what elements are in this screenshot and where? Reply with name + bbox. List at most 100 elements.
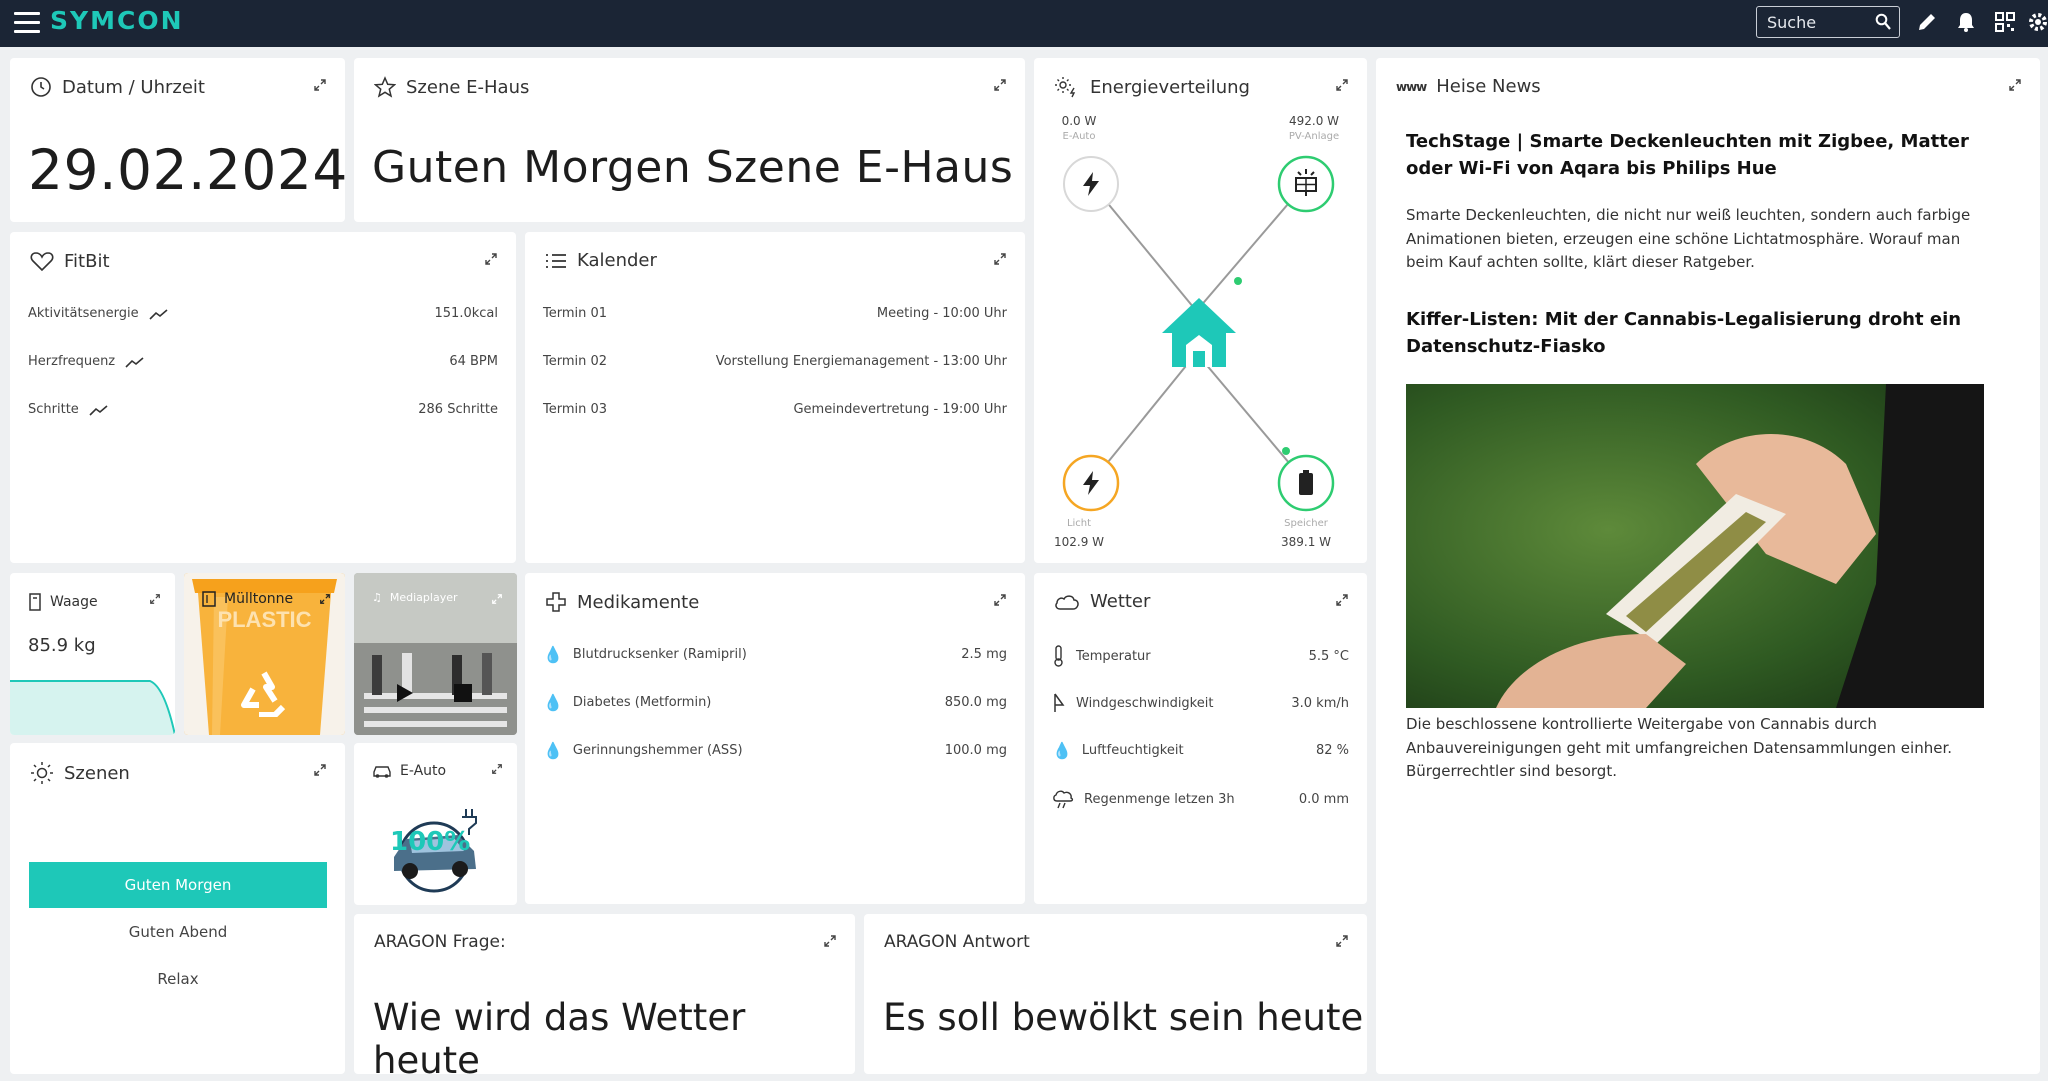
news-item-title[interactable]: Kiffer-Listen: Mit der Cannabis-Legalisi…	[1406, 306, 1986, 360]
kalender-header: Kalender	[545, 250, 657, 271]
expand-icon[interactable]	[993, 252, 1007, 266]
grid-icon[interactable]	[1993, 10, 2017, 34]
medikamente-row-value: 100.0 mg	[944, 743, 1007, 758]
trend-icon	[149, 308, 168, 320]
licht-label: Licht	[1066, 518, 1092, 529]
fitbit-row[interactable]: Herzfrequenz 64 BPM	[28, 354, 498, 369]
kalender-row-label: Termin 01	[543, 306, 608, 321]
fitbit-title: FitBit	[64, 250, 110, 272]
medikamente-row[interactable]: 💧 Diabetes (Metformin) 850.0 mg	[543, 693, 1007, 712]
expand-icon[interactable]	[1335, 934, 1349, 948]
expand-icon[interactable]	[823, 934, 837, 948]
drops-icon: 💧	[543, 645, 563, 664]
szenen-title: Szenen	[64, 762, 130, 784]
waage-value: 85.9 kg	[28, 635, 96, 656]
stop-icon[interactable]	[454, 684, 472, 702]
news-item-body: Smarte Deckenleuchten, die nicht nur wei…	[1406, 206, 1971, 271]
clock-icon	[31, 77, 51, 97]
list-icon	[546, 253, 566, 268]
news-item-title[interactable]: TechStage | Smarte Deckenleuchten mit Zi…	[1406, 128, 1986, 182]
medikamente-header: Medikamente	[545, 591, 699, 613]
szene-ehaus-header: Szene E-Haus	[374, 76, 529, 98]
play-icon[interactable]	[396, 683, 414, 703]
thermometer-icon	[1054, 645, 1063, 667]
kalender-row[interactable]: Termin 01 Meeting - 10:00 Uhr	[543, 306, 1007, 321]
expand-icon[interactable]	[2008, 78, 2022, 92]
www-icon: www	[1396, 79, 1427, 94]
kalender-row[interactable]: Termin 03 Gemeindevertretung - 19:00 Uhr	[543, 402, 1007, 417]
expand-icon[interactable]	[993, 78, 1007, 92]
aragon-frage-card: ARAGON Frage: Wie wird das Wetter heute	[354, 914, 855, 1081]
fitbit-row-value: 286 Schritte	[418, 402, 498, 417]
wetter-row[interactable]: 💧 Luftfeuchtigkeit 82 %	[1052, 741, 1349, 760]
wetter-row-label: Temperatur	[1076, 648, 1151, 664]
medikamente-row-value: 2.5 mg	[961, 647, 1007, 662]
expand-icon[interactable]	[319, 593, 331, 605]
expand-icon[interactable]	[993, 593, 1007, 607]
news-title: Heise News	[1436, 76, 1541, 97]
szene-ehaus-value: Guten Morgen Szene E-Haus	[372, 142, 1014, 193]
szenen-header: Szenen	[30, 761, 130, 785]
fitbit-row[interactable]: Schritte 286 Schritte	[28, 402, 498, 417]
expand-icon[interactable]	[484, 252, 498, 266]
wetter-row[interactable]: Windgeschwindigkeit 3.0 km/h	[1052, 693, 1349, 713]
expand-icon[interactable]	[313, 78, 327, 92]
medikamente-row-label: Gerinnungshemmer (ASS)	[572, 743, 743, 758]
szene-ehaus-title: Szene E-Haus	[406, 76, 530, 98]
fitbit-row[interactable]: Aktivitätsenergie 151.0kcal	[28, 306, 498, 321]
muelltonne-title: Mülltonne	[224, 591, 294, 607]
mediaplayer-header: ♫ Mediaplayer	[372, 591, 458, 604]
star-icon	[374, 76, 396, 98]
expand-icon[interactable]	[149, 593, 161, 605]
wetter-row[interactable]: Temperatur 5.5 °C	[1052, 645, 1349, 667]
app-logo[interactable]: SYMCON	[50, 6, 184, 35]
kalender-title: Kalender	[577, 250, 657, 271]
datum-header: Datum / Uhrzeit	[30, 76, 205, 98]
gear-icon[interactable]	[2026, 10, 2048, 34]
fitbit-header: FitBit	[30, 250, 110, 272]
mediaplayer-card: ♫ Mediaplayer	[354, 573, 517, 735]
expand-icon[interactable]	[491, 763, 503, 775]
medikamente-title: Medikamente	[577, 591, 700, 613]
expand-icon[interactable]	[313, 763, 327, 777]
medikamente-row[interactable]: 💧 Blutdrucksenker (Ramipril) 2.5 mg	[543, 645, 1007, 664]
wetter-row-label: Luftfeuchtigkeit	[1081, 743, 1184, 758]
sun-icon	[31, 762, 53, 784]
heart-icon	[30, 252, 54, 272]
lightning-eauto-icon	[1083, 172, 1099, 196]
aragon-frage-value: Wie wird das Wetter heute	[373, 996, 746, 1081]
music-note-icon: ♫	[372, 591, 382, 604]
kalender-row-value: Vorstellung Energiemanagement - 13:00 Uh…	[715, 354, 1007, 369]
battery-icon	[1299, 470, 1313, 495]
expand-icon[interactable]	[1335, 593, 1349, 607]
energie-card: Energieverteilung 0.0 W E-Auto 492.0 W P…	[1034, 58, 1367, 563]
wetter-header: Wetter	[1054, 591, 1150, 612]
wetter-row-value: 5.5 °C	[1308, 648, 1349, 664]
news-image[interactable]	[1406, 384, 1984, 708]
kalender-row-label: Termin 03	[543, 402, 608, 417]
wetter-row[interactable]: Regenmenge letzen 3h 0.0 mm	[1052, 789, 1349, 809]
muelltonne-card[interactable]: Mülltonne PLASTIC	[184, 573, 345, 735]
cloud-icon	[1055, 594, 1079, 610]
wetter-row-value: 0.0 mm	[1298, 791, 1349, 807]
expand-icon[interactable]	[491, 593, 503, 605]
search-icon[interactable]	[1875, 13, 1891, 31]
search-box[interactable]	[1756, 6, 1900, 38]
search-input[interactable]	[1757, 7, 1867, 37]
kalender-row[interactable]: Termin 02 Vorstellung Energiemanagement -…	[543, 354, 1007, 369]
szene-ehaus-card: Szene E-Haus Guten Morgen Szene E-Haus	[354, 58, 1025, 222]
scene-button-guten-abend[interactable]: Guten Abend	[29, 909, 327, 955]
edit-pencil-icon[interactable]	[1915, 10, 1939, 34]
humidity-icon: 💧	[1052, 741, 1072, 760]
trend-icon	[89, 404, 108, 416]
news-item-body: Die beschlossene kontrollierte Weitergab…	[1406, 715, 1952, 780]
eauto-title: E-Auto	[400, 763, 447, 779]
fitbit-card: FitBit Aktivitätsenergie 151.0kcal Herzf…	[10, 232, 516, 563]
bell-icon[interactable]	[1954, 10, 1978, 34]
scene-button-relax[interactable]: Relax	[29, 956, 327, 1002]
scene-button-guten-morgen[interactable]: Guten Morgen	[29, 862, 327, 908]
menu-icon[interactable]	[14, 12, 40, 34]
wetter-row-label: Regenmenge letzen 3h	[1084, 791, 1235, 807]
medikamente-row[interactable]: 💧 Gerinnungshemmer (ASS) 100.0 mg	[543, 741, 1007, 760]
solar-panel-icon	[1295, 169, 1317, 196]
